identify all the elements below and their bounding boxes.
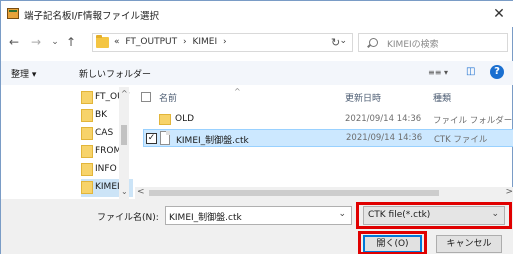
title-bar: 端子記名板I/F情報ファイル選択 ✕	[1, 1, 513, 27]
folder-icon	[81, 109, 93, 122]
breadcrumb-overflow[interactable]: «	[114, 37, 120, 47]
folder-icon	[159, 114, 171, 125]
back-arrow-icon[interactable]: ←	[7, 35, 21, 49]
tree-scrollbar[interactable]	[119, 87, 129, 203]
navigation-bar: ← → ⌄ ↑ « FT_OUTPUT › KIMEI › ⌄ ↻ KIMEIの…	[1, 27, 513, 57]
file-name: OLD	[175, 114, 195, 124]
search-icon	[369, 38, 378, 47]
breadcrumb-kimei[interactable]: KIMEI	[192, 37, 217, 47]
new-folder-button[interactable]: 新しいフォルダー	[79, 67, 151, 80]
recent-locations-chevron-icon[interactable]: ⌄	[48, 35, 62, 49]
cancel-button[interactable]: キャンセル	[436, 235, 502, 253]
file-open-dialog: 端子記名板I/F情報ファイル選択 ✕ ← → ⌄ ↑ « FT_OUTPUT ›…	[0, 0, 513, 254]
navigation-pane: FT_OUT BK CAS FROM INFO KIMEI	[1, 87, 133, 199]
scroll-left-icon[interactable]: <	[137, 187, 145, 197]
tree-scrollbar-thumb[interactable]	[121, 125, 127, 145]
highlight-box-filter	[356, 202, 512, 229]
app-icon	[7, 8, 19, 19]
close-icon[interactable]: ✕	[489, 4, 509, 24]
tree-item-label: CAS	[95, 128, 114, 138]
preview-pane-icon[interactable]: ◫	[466, 66, 475, 77]
scroll-right-icon[interactable]: >	[505, 187, 513, 197]
command-bar: 整理 ▾ 新しいフォルダー ≡≡ ▾ ◫ ?	[1, 61, 513, 85]
filename-value: KIMEI_制御盤.ctk	[169, 213, 242, 223]
list-item-kimei-ctk[interactable]: ✓ KIMEI_制御盤.ctk 2021/09/14 14:36 CTK ファイ…	[143, 129, 513, 147]
select-all-checkbox[interactable]	[141, 92, 151, 102]
folder-icon	[81, 145, 93, 158]
breadcrumb-ft-output[interactable]: FT_OUTPUT	[125, 37, 177, 47]
search-placeholder: KIMEIの検索	[387, 40, 439, 50]
column-header-type[interactable]: 種類	[433, 91, 451, 104]
chevron-down-icon[interactable]: ⌄	[338, 209, 346, 219]
filename-label: ファイル名(N):	[97, 213, 159, 223]
dialog-footer: ファイル名(N): KIMEI_制御盤.ctk ⌄ CTK file(*.ctk…	[1, 199, 513, 254]
breadcrumb-separator[interactable]: ›	[223, 37, 227, 47]
folder-icon	[81, 181, 93, 194]
column-header-modified[interactable]: 更新日時	[345, 91, 381, 104]
tree-item-label: KIMEI	[95, 182, 120, 192]
organize-menu[interactable]: 整理 ▾	[11, 67, 36, 80]
horizontal-scrollbar-thumb[interactable]	[149, 190, 439, 196]
scroll-down-icon[interactable]: ⌄	[121, 187, 128, 196]
help-icon[interactable]: ?	[490, 65, 504, 79]
chevron-down-icon[interactable]: ⌄	[339, 36, 347, 46]
window-title: 端子記名板I/F情報ファイル選択	[24, 11, 159, 22]
tree-item-label: INFO	[95, 164, 117, 174]
sort-ascending-icon: ^	[234, 87, 241, 96]
row-checkbox[interactable]: ✓	[146, 133, 157, 144]
file-name: KIMEI_制御盤.ctk	[176, 136, 249, 146]
address-bar[interactable]: « FT_OUTPUT › KIMEI › ⌄	[92, 33, 353, 52]
search-input[interactable]: KIMEIの検索	[358, 33, 508, 52]
breadcrumb-separator[interactable]: ›	[183, 37, 187, 47]
forward-arrow-icon[interactable]: →	[29, 35, 43, 49]
breadcrumb: « FT_OUTPUT › KIMEI ›	[114, 37, 230, 47]
file-list: 名前 ^ 更新日時 種類 OLD 2021/09/14 14:36 ファイル フ…	[135, 87, 513, 199]
highlight-box-open	[358, 231, 427, 254]
filename-field[interactable]: KIMEI_制御盤.ctk ⌄	[165, 206, 352, 225]
list-item-old[interactable]: OLD 2021/09/14 14:36 ファイル フォルダー	[143, 111, 513, 129]
file-modified-date: 2021/09/14 14:36	[346, 133, 423, 143]
file-type: ファイル フォルダー	[433, 116, 513, 126]
file-icon	[160, 131, 170, 145]
folder-icon	[81, 91, 93, 104]
file-modified-date: 2021/09/14 14:36	[345, 114, 422, 124]
horizontal-scrollbar[interactable]: < >	[135, 187, 513, 199]
folder-icon	[96, 35, 109, 48]
folder-icon	[81, 163, 93, 176]
column-header-name[interactable]: 名前	[159, 91, 177, 104]
tree-item-label: BK	[95, 110, 108, 120]
tree-item-label: FROM	[95, 146, 122, 156]
refresh-icon[interactable]: ↻	[331, 36, 340, 49]
folder-icon	[81, 127, 93, 140]
view-options-icon[interactable]: ≡≡ ▾	[428, 68, 448, 77]
up-arrow-icon[interactable]: ↑	[64, 35, 78, 49]
scroll-up-icon[interactable]: ^	[121, 89, 128, 98]
file-type: CTK ファイル	[434, 135, 488, 145]
